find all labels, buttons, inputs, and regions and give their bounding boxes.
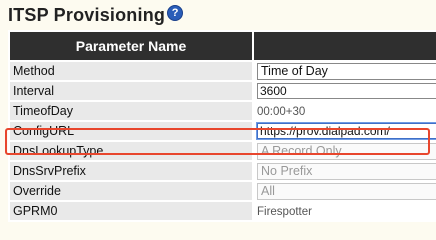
table-row: TimeofDay 00:00+30 xyxy=(10,102,436,120)
param-value-cell: Firespotter xyxy=(254,202,436,220)
column-header-value xyxy=(254,32,436,60)
question-mark-icon[interactable]: ? xyxy=(167,5,184,21)
param-value-cell: 00:00+30 xyxy=(254,102,436,120)
table-row: Method Time of Day xyxy=(10,62,436,80)
table-row: GPRM0 Firespotter xyxy=(10,202,436,220)
table-row: ConfigURL https://prov.dialpad.com/ xyxy=(10,122,436,140)
param-value-cell: No Prefix xyxy=(254,162,436,180)
timeofday-value: 00:00+30 xyxy=(257,106,306,118)
table-row: DnsSrvPrefix No Prefix xyxy=(10,162,436,180)
interval-input[interactable]: 3600 xyxy=(257,83,436,99)
table-row: Override All xyxy=(10,182,436,200)
table-row: Interval 3600 xyxy=(10,82,436,100)
param-name-dnssrvprefix: DnsSrvPrefix xyxy=(10,162,252,180)
param-name-timeofday: TimeofDay xyxy=(10,102,252,120)
section-title-bar: ITSP Provisioning ? xyxy=(8,2,184,28)
method-select[interactable]: Time of Day xyxy=(257,62,436,80)
section-title: ITSP Provisioning xyxy=(8,4,166,25)
column-header-parameter-name: Parameter Name xyxy=(10,32,252,60)
table-header-row: Parameter Name xyxy=(10,32,436,60)
itsp-provisioning-page: ITSP Provisioning ? Parameter Name Metho… xyxy=(0,0,436,239)
param-value-cell: A Record Only xyxy=(254,142,436,160)
param-value-cell: Time of Day xyxy=(254,62,436,80)
param-name-configurl: ConfigURL xyxy=(10,122,252,140)
param-name-override: Override xyxy=(10,182,252,200)
table-row: DnsLookupType A Record Only xyxy=(10,142,436,160)
param-name-method: Method xyxy=(10,62,252,80)
param-name-gprm0: GPRM0 xyxy=(10,202,252,220)
param-value-cell: 3600 xyxy=(254,82,436,100)
param-value-cell: https://prov.dialpad.com/ xyxy=(254,122,436,140)
override-select[interactable]: All xyxy=(257,182,436,200)
configurl-input[interactable]: https://prov.dialpad.com/ xyxy=(257,123,436,139)
dnslookuptype-select[interactable]: A Record Only xyxy=(257,142,436,160)
parameters-table: Parameter Name Method Time of Day Interv… xyxy=(8,30,436,222)
dnssrvprefix-select[interactable]: No Prefix xyxy=(257,162,436,180)
param-value-cell: All xyxy=(254,182,436,200)
gprm0-value: Firespotter xyxy=(257,206,312,218)
param-name-dnslookuptype: DnsLookupType xyxy=(10,142,252,160)
param-name-interval: Interval xyxy=(10,82,252,100)
